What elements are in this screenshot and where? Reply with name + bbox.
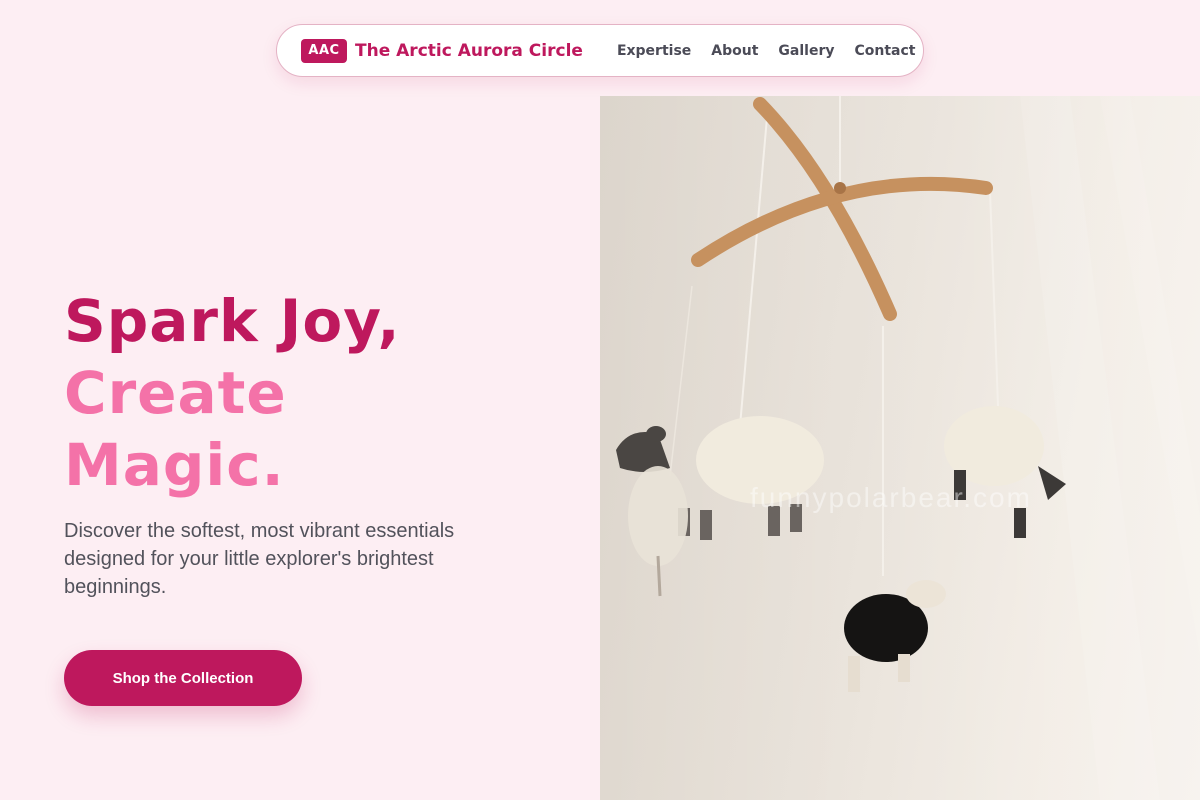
hero-section: Spark Joy, Create Magic. Discover the so…	[64, 285, 584, 601]
hero-title: Spark Joy, Create Magic.	[64, 285, 584, 501]
nav-link-contact[interactable]: Contact	[854, 43, 915, 59]
hero-image: funnypolarbear.com	[600, 96, 1200, 800]
brand-name[interactable]: The Arctic Aurora Circle	[355, 41, 583, 61]
main-nav: AAC The Arctic Aurora Circle Expertise A…	[276, 24, 924, 77]
nav-link-gallery[interactable]: Gallery	[778, 43, 834, 59]
nav-link-about[interactable]: About	[711, 43, 758, 59]
nav-links: Expertise About Gallery Contact	[617, 43, 916, 59]
image-watermark: funnypolarbear.com	[750, 482, 1032, 513]
nav-link-expertise[interactable]: Expertise	[617, 43, 691, 59]
logo-badge[interactable]: AAC	[301, 38, 347, 63]
brand[interactable]: AAC The Arctic Aurora Circle	[301, 38, 583, 63]
hero-title-line-3: Magic.	[64, 431, 285, 499]
hero-description: Discover the softest, most vibrant essen…	[64, 520, 455, 598]
hero-title-line-1: Spark Joy,	[64, 287, 401, 355]
sheep-mobile-illustration	[600, 96, 1200, 800]
hero-title-line-2: Create	[64, 359, 287, 427]
shop-collection-button[interactable]: Shop the Collection	[64, 650, 302, 706]
